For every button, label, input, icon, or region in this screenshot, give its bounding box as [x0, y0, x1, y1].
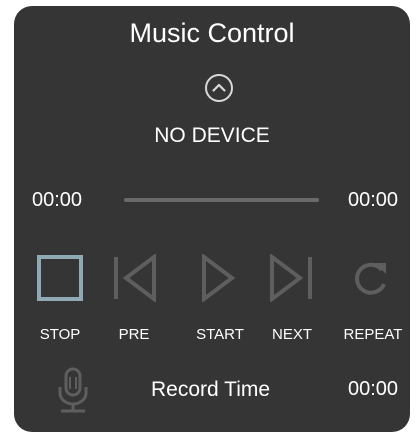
next-icon[interactable]: [268, 254, 316, 302]
pre-label: PRE: [118, 326, 150, 343]
record-time-value: 00:00: [348, 378, 399, 400]
music-control-panel: Music Control NO DEVICE 00:00 00:00 STOP…: [14, 6, 410, 432]
device-status: NO DEVICE: [154, 124, 270, 147]
play-icon[interactable]: [196, 254, 244, 302]
microphone-icon[interactable]: [56, 367, 90, 413]
stop-icon[interactable]: [36, 254, 84, 302]
next-label: NEXT: [271, 326, 312, 343]
stop-label: STOP: [39, 326, 81, 343]
repeat-icon[interactable]: [346, 254, 394, 302]
start-label: START: [196, 326, 244, 343]
repeat-label: REPEAT: [343, 326, 403, 343]
progress-bar[interactable]: [124, 198, 319, 202]
panel-title: Music Control: [129, 18, 295, 48]
elapsed-time: 00:00: [32, 189, 83, 211]
total-time: 00:00: [348, 189, 399, 211]
previous-icon[interactable]: [110, 254, 158, 302]
chevron-up-icon[interactable]: [204, 73, 234, 103]
record-time-label: Record Time: [151, 378, 271, 401]
